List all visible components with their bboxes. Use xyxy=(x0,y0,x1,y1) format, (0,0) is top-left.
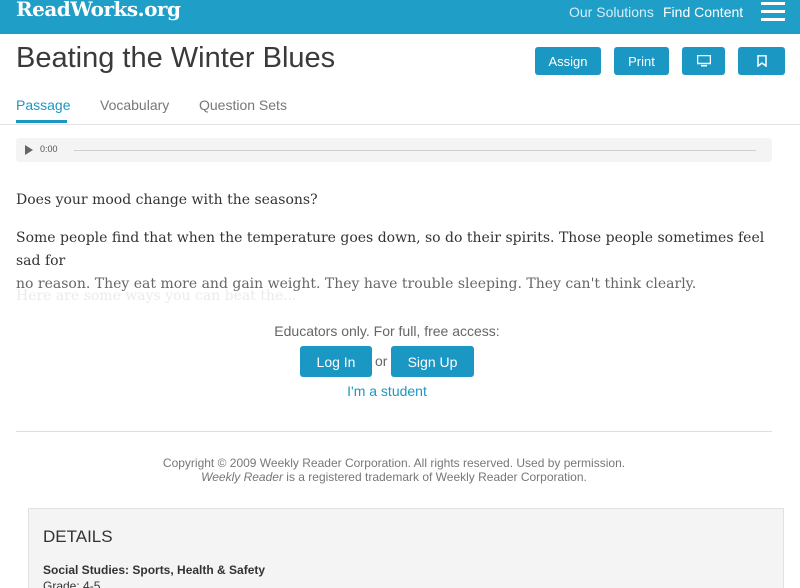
login-button[interactable]: Log In xyxy=(300,346,372,377)
signup-button[interactable]: Sign Up xyxy=(391,346,474,377)
nav-our-solutions[interactable]: Our Solutions xyxy=(569,4,654,20)
tab-divider xyxy=(0,124,800,125)
present-button[interactable] xyxy=(682,47,725,75)
audio-progress-track[interactable] xyxy=(74,150,756,151)
monitor-icon xyxy=(696,55,711,67)
readworks-logo[interactable]: ReadWorks.org xyxy=(16,0,181,21)
copyright-line-2: Weekly Reader is a registered trademark … xyxy=(0,470,788,484)
tab-passage[interactable]: Passage xyxy=(16,97,70,113)
copyright-trademark-name: Weekly Reader xyxy=(201,470,283,484)
student-link[interactable]: I'm a student xyxy=(0,383,774,399)
tab-vocabulary[interactable]: Vocabulary xyxy=(100,97,169,113)
details-panel: DETAILS Social Studies: Sports, Health &… xyxy=(28,508,784,588)
passage-paragraph-3-faded: Here are some ways you can beat the... xyxy=(16,288,297,304)
audio-time: 0:00 xyxy=(40,144,58,154)
nav-find-content[interactable]: Find Content xyxy=(663,4,743,20)
passage-paragraph-2-line-1: Some people find that when the temperatu… xyxy=(16,230,765,269)
page-title: Beating the Winter Blues xyxy=(16,42,336,74)
bookmark-button[interactable] xyxy=(738,47,785,75)
bookmark-icon xyxy=(756,55,767,67)
passage-paragraph-1: Does your mood change with the seasons? xyxy=(16,192,318,208)
copyright-trademark-text: is a registered trademark of Weekly Read… xyxy=(282,470,587,484)
tab-question-sets[interactable]: Question Sets xyxy=(199,97,287,113)
print-button[interactable]: Print xyxy=(614,47,669,75)
details-subject: Social Studies: Sports, Health & Safety xyxy=(43,563,266,577)
active-tab-indicator xyxy=(16,120,67,123)
hamburger-menu-icon[interactable] xyxy=(761,2,785,22)
section-divider xyxy=(16,431,772,432)
or-separator: or xyxy=(375,353,388,369)
audio-player: 0:00 xyxy=(16,138,772,162)
details-grade: Grade: 4-5 xyxy=(43,579,101,588)
top-navigation-bar: ReadWorks.org Our Solutions Find Content xyxy=(0,0,800,34)
details-heading: DETAILS xyxy=(43,527,113,546)
educator-access-message: Educators only. For full, free access: xyxy=(274,323,500,339)
copyright-line-1: Copyright © 2009 Weekly Reader Corporati… xyxy=(162,456,626,470)
play-icon[interactable] xyxy=(25,145,33,155)
assign-button[interactable]: Assign xyxy=(535,47,601,75)
